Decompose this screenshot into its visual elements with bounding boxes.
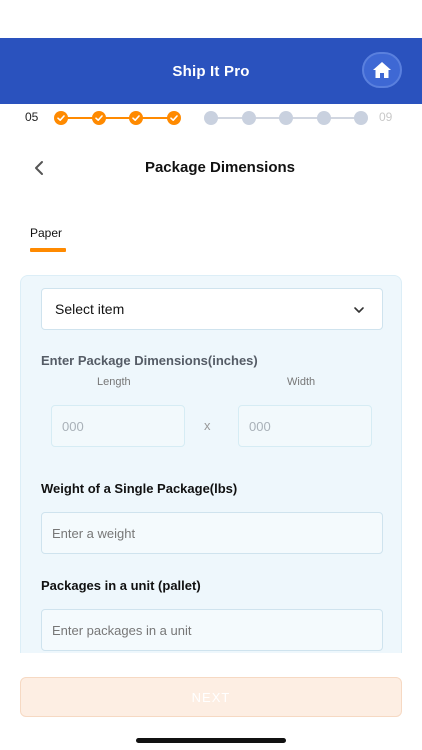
packages-placeholder: Enter packages in a unit (52, 622, 192, 638)
tab-label: Paper (30, 226, 63, 240)
progress-dot-pending (204, 111, 218, 125)
next-button-label: NEXT (191, 689, 231, 705)
weight-label: Weight of a Single Package(lbs) (41, 481, 238, 496)
progress-dot-pending (279, 111, 293, 125)
length-label: Length (97, 376, 131, 388)
app-title: Ship It Pro (172, 62, 250, 80)
weight-input[interactable]: Enter a weight (41, 512, 383, 554)
dimension-separator: x (204, 418, 211, 433)
check-icon (169, 115, 178, 121)
progress-dot-pending (354, 111, 368, 125)
page-title: Package Dimensions (144, 159, 296, 176)
progress-dot-completed (129, 111, 143, 125)
progress-dot-completed (54, 111, 68, 125)
check-icon (94, 115, 103, 121)
home-icon (373, 62, 391, 78)
progress-dot-completed (91, 111, 106, 125)
check-icon (57, 115, 65, 121)
app-header: Ship It Pro (0, 38, 422, 104)
next-button[interactable]: NEXT (20, 677, 402, 717)
item-select-value: Select item (55, 301, 125, 317)
progress-dot-completed (166, 111, 181, 125)
length-input[interactable]: 000 (51, 405, 185, 447)
total-steps-number: 09 (379, 110, 393, 124)
progress-dot-pending (241, 111, 256, 125)
step-progress: 05 09 (0, 108, 422, 128)
check-icon (132, 115, 140, 121)
current-step-number: 05 (25, 110, 39, 124)
tab-active-indicator (30, 248, 66, 252)
width-placeholder: 000 (249, 418, 271, 434)
home-indicator (136, 738, 286, 743)
progress-dot-pending (316, 111, 331, 125)
width-label: Width (287, 376, 316, 388)
progress-track-completed (61, 117, 173, 119)
tab-paper[interactable]: Paper (30, 226, 66, 252)
packages-input[interactable]: Enter packages in a unit (41, 609, 383, 651)
page-header: Package Dimensions (0, 150, 422, 186)
chevron-down-icon (354, 307, 364, 313)
width-input[interactable]: 000 (238, 405, 372, 447)
length-placeholder: 000 (62, 418, 84, 434)
dimensions-form-card: Select item Enter Package Dimensions(inc… (20, 275, 402, 653)
item-select[interactable]: Select item (41, 288, 383, 330)
weight-placeholder: Enter a weight (52, 525, 136, 541)
dimensions-heading: Enter Package Dimensions(inches) (41, 353, 258, 368)
home-button[interactable] (362, 52, 402, 88)
packages-label: Packages in a unit (pallet) (41, 578, 201, 593)
